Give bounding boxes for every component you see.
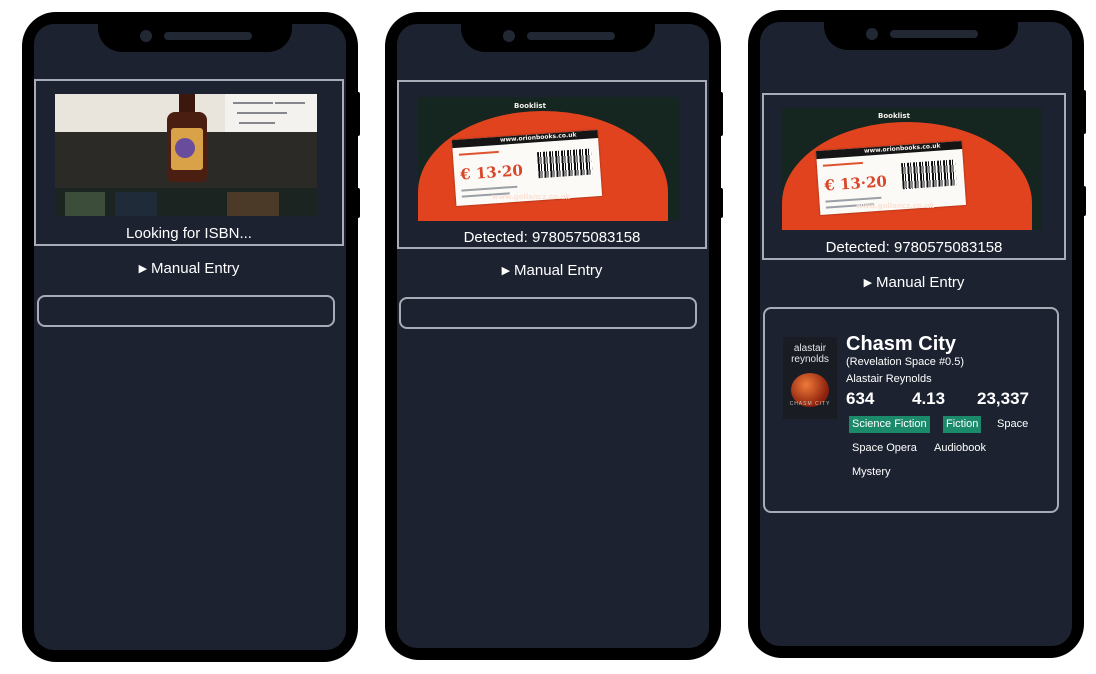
manual-entry-label: Manual Entry [514, 262, 603, 279]
camera-price-text: € 13·20 [459, 161, 524, 184]
triangle-right-icon: ▶ [501, 265, 511, 277]
book-rating: 4.13 [912, 389, 946, 408]
genre-tag: Space Opera [852, 442, 917, 454]
triangle-right-icon: ▶ [138, 263, 148, 275]
triangle-right-icon: ▶ [863, 277, 873, 289]
phone-notch [824, 10, 1018, 50]
genre-tag: Fiction [943, 416, 982, 433]
speaker-grille [890, 30, 978, 38]
camera-price-text: € 13·20 [823, 172, 888, 195]
side-button [718, 92, 723, 136]
phone-notch [461, 12, 655, 52]
book-pages: 634 [846, 389, 875, 408]
manual-entry-label: Manual Entry [876, 274, 965, 291]
result-box [399, 297, 697, 329]
side-button [355, 92, 360, 136]
book-series: (Revelation Space #0.5) [846, 356, 965, 368]
phone-screen: Looking for ISBN... ▶ Manual Entry [34, 24, 346, 650]
book-cover-image: alastair reynolds CHASM CITY [783, 337, 837, 419]
phone-1: Looking for ISBN... ▶ Manual Entry [22, 12, 360, 662]
camera-status: Looking for ISBN... [126, 225, 252, 242]
camera-booklist-text: Booklist [878, 112, 910, 120]
phone-screen: Booklist www.orionbooks.co.uk € 13·20 ww… [397, 24, 709, 648]
side-button [1081, 90, 1086, 134]
camera-status: Detected: 9780575083158 [825, 239, 1003, 256]
front-camera-icon [140, 30, 152, 42]
manual-entry-toggle[interactable]: ▶ Manual Entry [397, 262, 707, 279]
side-button [718, 188, 723, 218]
camera-booklist-text: Booklist [514, 102, 546, 110]
result-box [37, 295, 335, 327]
front-camera-icon [866, 28, 878, 40]
book-result-card[interactable]: alastair reynolds CHASM CITY Chasm City … [763, 307, 1059, 513]
side-button [1081, 186, 1086, 216]
phone-notch [98, 12, 292, 52]
camera-status: Detected: 9780575083158 [463, 229, 641, 246]
phone-2: Booklist www.orionbooks.co.uk € 13·20 ww… [385, 12, 723, 660]
manual-entry-toggle[interactable]: ▶ Manual Entry [34, 260, 344, 277]
book-ratings-count: 23,337 [977, 389, 1029, 408]
phone-screen: Booklist www.orionbooks.co.uk € 13·20 ww… [760, 22, 1072, 646]
speaker-grille [164, 32, 252, 40]
genre-tag: Science Fiction [849, 416, 930, 433]
cover-title-text: CHASM CITY [789, 401, 831, 407]
camera-feed: Booklist www.orionbooks.co.uk € 13·20 ww… [418, 97, 680, 221]
cover-author-text: alastair reynolds [791, 343, 829, 365]
speaker-grille [527, 32, 615, 40]
manual-entry-label: Manual Entry [151, 260, 240, 277]
genre-tag: Space [997, 418, 1029, 430]
front-camera-icon [503, 30, 515, 42]
camera-panel: Booklist www.orionbooks.co.uk € 13·20 ww… [397, 80, 707, 249]
book-title: Chasm City [846, 333, 957, 355]
camera-site-text: www.gollancz.co.uk [856, 202, 935, 210]
genre-tag: Mystery [852, 466, 891, 478]
camera-panel: Booklist www.orionbooks.co.uk € 13·20 ww… [762, 93, 1066, 260]
camera-panel: Looking for ISBN... [34, 79, 344, 246]
manual-entry-toggle[interactable]: ▶ Manual Entry [762, 274, 1066, 291]
genre-tag: Audiobook [934, 442, 986, 454]
camera-feed [55, 94, 317, 216]
camera-site-text: www.gollancz.co.uk [492, 193, 571, 201]
side-button [355, 188, 360, 218]
phone-3: Booklist www.orionbooks.co.uk € 13·20 ww… [748, 10, 1086, 658]
book-author: Alastair Reynolds [846, 373, 932, 385]
camera-feed: Booklist www.orionbooks.co.uk € 13·20 ww… [782, 108, 1042, 230]
